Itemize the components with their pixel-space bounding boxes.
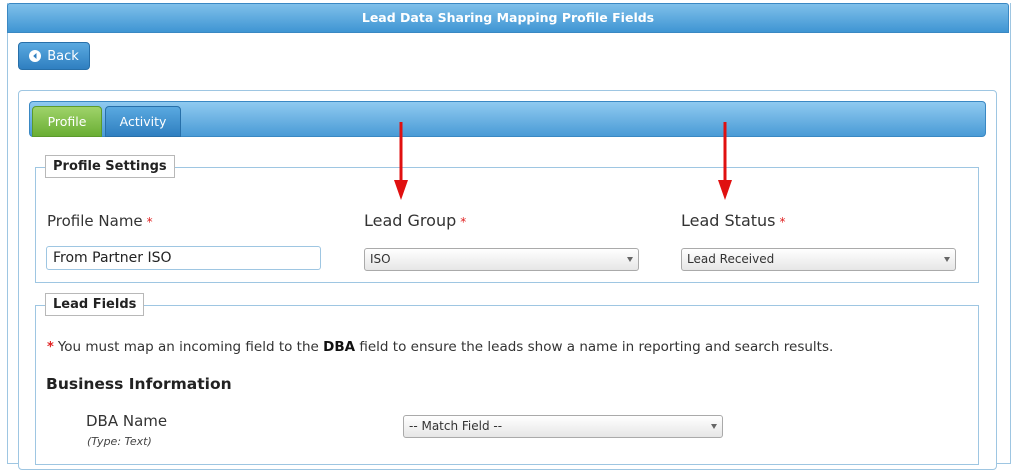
required-marker: * <box>779 215 786 229</box>
dba-name-selected: -- Match Field -- <box>409 419 503 433</box>
profile-name-input[interactable]: From Partner ISO <box>46 246 321 270</box>
dba-mapping-note: * You must map an incoming field to the D… <box>47 339 834 355</box>
lead-status-select[interactable]: Lead Received <box>681 248 956 271</box>
annotation-arrow-lead-group <box>394 122 408 200</box>
lead-status-label: Lead Status * <box>681 211 786 230</box>
chevron-down-icon <box>627 257 633 262</box>
window-title: Lead Data Sharing Mapping Profile Fields <box>7 3 1009 33</box>
dba-name-match-select[interactable]: -- Match Field -- <box>403 415 723 438</box>
business-information-heading: Business Information <box>46 375 232 393</box>
tab-profile[interactable]: Profile <box>32 106 102 137</box>
lead-group-select[interactable]: ISO <box>364 248 639 271</box>
chevron-down-icon <box>944 257 950 262</box>
back-arrow-icon <box>29 50 42 62</box>
annotation-arrow-lead-status <box>718 122 732 200</box>
required-marker: * <box>47 340 54 355</box>
required-marker: * <box>146 215 153 229</box>
back-button-label: Back <box>47 48 79 64</box>
lead-status-selected: Lead Received <box>687 252 775 266</box>
lead-fields-legend: Lead Fields <box>45 293 145 316</box>
back-button[interactable]: Back <box>18 42 90 70</box>
lead-group-selected: ISO <box>370 252 391 266</box>
profile-name-label: Profile Name * <box>47 212 153 230</box>
dba-name-label: DBA Name <box>86 412 168 430</box>
profile-settings-legend: Profile Settings <box>45 155 175 178</box>
chevron-down-icon <box>711 424 717 429</box>
required-marker: * <box>460 215 467 229</box>
lead-group-label: Lead Group * <box>364 211 467 230</box>
tab-activity[interactable]: Activity <box>105 106 181 137</box>
dba-name-type-hint: (Type: Text) <box>87 435 152 448</box>
